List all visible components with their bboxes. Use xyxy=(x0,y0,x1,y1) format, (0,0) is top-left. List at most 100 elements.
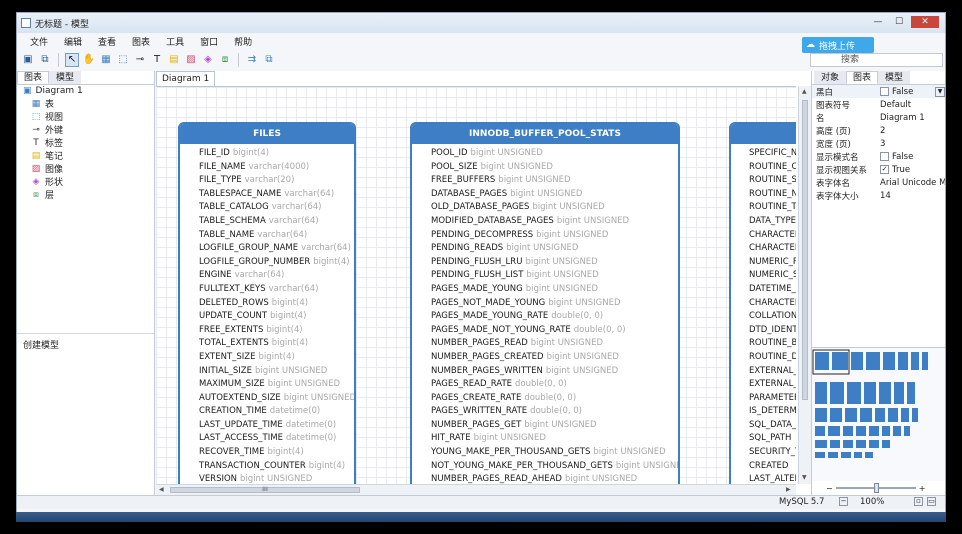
tree-item[interactable]: ▦ 表 xyxy=(17,97,154,111)
vertical-scroll-thumb[interactable] xyxy=(802,100,808,400)
entity-field[interactable]: AUTOEXTEND_SIZE bigint UNSIGNED xyxy=(199,392,354,406)
entity-field[interactable]: DATABASE_PAGES bigint UNSIGNED xyxy=(431,188,678,202)
entity-field[interactable]: NUMBER_PAGES_GET bigint UNSIGNED xyxy=(431,419,678,433)
entity-field[interactable]: ROUTINE_C xyxy=(749,161,796,175)
entity-field[interactable]: ROUTINE_D xyxy=(749,351,796,365)
zoom-out-icon[interactable]: − xyxy=(826,484,833,493)
entity-field[interactable]: NUMERIC_P xyxy=(749,256,796,270)
entity-field[interactable]: LOGFILE_GROUP_NUMBER bigint(4) xyxy=(199,256,354,270)
scroll-up-icon[interactable]: ▲ xyxy=(802,88,807,95)
entity-field[interactable]: MAXIMUM_SIZE bigint UNSIGNED xyxy=(199,378,354,392)
property-row[interactable]: 显示视图关系 ✓ True xyxy=(812,163,945,176)
entity-field[interactable]: FREE_BUFFERS bigint UNSIGNED xyxy=(431,174,678,188)
property-value[interactable]: Default xyxy=(880,100,945,110)
entity-field[interactable]: DATA_TYPE xyxy=(749,215,796,229)
entity-field[interactable]: POOL_SIZE bigint UNSIGNED xyxy=(431,161,678,175)
minimap[interactable] xyxy=(812,347,945,481)
property-value[interactable]: ✓ True xyxy=(880,165,945,175)
tab-object[interactable]: 对象 xyxy=(814,71,847,84)
entity-field[interactable]: NUMBER_PAGES_CREATED bigint UNSIGNED xyxy=(431,351,678,365)
menu-item-3[interactable]: 图表 xyxy=(124,35,158,48)
entity-field[interactable]: DELETED_ROWS bigint(4) xyxy=(199,297,354,311)
entity-field[interactable]: SQL_DATA_A xyxy=(749,419,796,433)
align-icon[interactable]: ⇉ xyxy=(245,53,259,67)
entity-field[interactable]: NUMBER_PAGES_WRITTEN bigint UNSIGNED xyxy=(431,365,678,379)
property-value[interactable]: False xyxy=(880,152,945,162)
entity-field[interactable]: EXTENT_SIZE bigint(4) xyxy=(199,351,354,365)
tree-item[interactable]: ⊸ 外键 xyxy=(17,123,154,137)
entity-field[interactable]: PAGES_NOT_MADE_YOUNG bigint UNSIGNED xyxy=(431,297,678,311)
property-row[interactable]: 黑白 False ▼ xyxy=(812,85,945,98)
entity-field[interactable]: UPDATE_COUNT bigint(4) xyxy=(199,310,354,324)
entity-field[interactable]: TRANSACTION_COUNTER bigint(4) xyxy=(199,460,354,474)
zoom-slider[interactable] xyxy=(835,483,916,493)
fit-width-icon[interactable]: ▭ xyxy=(927,497,936,506)
entity-field[interactable]: DATETIME_P xyxy=(749,283,796,297)
chevron-down-icon[interactable]: ▼ xyxy=(935,86,945,97)
entity-field[interactable]: INITIAL_SIZE bigint UNSIGNED xyxy=(199,365,354,379)
entity-field[interactable]: ROUTINE_BO xyxy=(749,337,796,351)
tab-diagram[interactable]: 图表 xyxy=(17,71,50,84)
menu-item-2[interactable]: 查看 xyxy=(90,35,124,48)
property-row[interactable]: 名 Diagram 1 xyxy=(812,111,945,124)
entity-field[interactable]: CHARACTER xyxy=(749,297,796,311)
horizontal-scroll-thumb[interactable]: ⁞⁞⁞ xyxy=(170,487,360,493)
entity-field[interactable]: FULLTEXT_KEYS varchar(64) xyxy=(199,283,354,297)
entity-table[interactable]: INNODB_BUFFER_POOL_STATS POOL_ID bigint UN… xyxy=(410,122,680,484)
minimize-icon[interactable]: — xyxy=(869,16,887,28)
entity-field[interactable]: ROUTINE_N xyxy=(749,188,796,202)
tab-model-props[interactable]: 模型 xyxy=(878,71,911,84)
scroll-right-icon[interactable]: ▶ xyxy=(786,486,791,493)
property-row[interactable]: 图表符号 Default xyxy=(812,98,945,111)
zoom-in-icon[interactable]: + xyxy=(919,484,926,493)
search-input[interactable]: 搜索 xyxy=(810,53,943,67)
property-row[interactable]: 显示模式名 False xyxy=(812,150,945,163)
entity-field[interactable]: LAST_UPDATE_TIME datetime(0) xyxy=(199,419,354,433)
entity-table[interactable]: SPECIFIC_N ROUTINE_C ROUTINE_S ROUTINE_N ROU… xyxy=(729,122,796,484)
entity-field[interactable]: NUMBER_PAGES_READ_AHEAD bigint UNSIGNED xyxy=(431,473,678,484)
arrange-icon[interactable]: ⧉ xyxy=(262,53,276,67)
image-tool-icon[interactable]: ▨ xyxy=(184,53,198,67)
entity-field[interactable]: LAST_ACCESS_TIME datetime(0) xyxy=(199,432,354,446)
entity-field[interactable]: LAST_ALTER xyxy=(749,473,796,484)
entity-field[interactable]: NOT_YOUNG_MAKE_PER_THOUSAND_GETS bigint U… xyxy=(431,460,678,474)
entity-field[interactable]: PAGES_MADE_NOT_YOUNG_RATE double(0, 0) xyxy=(431,324,678,338)
entity-field[interactable]: CREATED xyxy=(749,460,796,474)
property-row[interactable]: 宽度 (页) 3 xyxy=(812,137,945,150)
tree-item[interactable]: ◈ 形状 xyxy=(17,175,154,189)
checkbox[interactable] xyxy=(880,87,889,96)
property-value[interactable]: False ▼ xyxy=(880,86,945,97)
view-tool-icon[interactable]: ⬚ xyxy=(116,53,130,67)
entity-field[interactable]: MODIFIED_DATABASE_PAGES bigint UNSIGNED xyxy=(431,215,678,229)
upload-button[interactable]: ☁ 拖拽上传 xyxy=(802,37,874,53)
save-icon[interactable]: ▣ xyxy=(21,53,35,67)
tab-diagram-1[interactable]: Diagram 1 xyxy=(156,71,216,86)
property-value[interactable]: 14 xyxy=(880,191,945,201)
entity-field[interactable]: SQL_PATH xyxy=(749,432,796,446)
entity-field[interactable]: PAGES_MADE_YOUNG_RATE double(0, 0) xyxy=(431,310,678,324)
entity-field[interactable]: PENDING_READS bigint UNSIGNED xyxy=(431,242,678,256)
diagram-canvas[interactable]: FILES FILE_ID bigint(4) FILE_NAME varchar(40… xyxy=(156,86,796,484)
entity-field[interactable]: SPECIFIC_N xyxy=(749,147,796,161)
entity-table[interactable]: FILES FILE_ID bigint(4) FILE_NAME varchar(40… xyxy=(178,122,356,484)
property-value[interactable]: Diagram 1 xyxy=(880,113,945,123)
entity-field[interactable]: ENGINE varchar(64) xyxy=(199,269,354,283)
zoom-minus-icon[interactable]: − xyxy=(839,497,848,506)
entity-field[interactable]: TABLE_NAME varchar(64) xyxy=(199,229,354,243)
entity-field[interactable]: YOUNG_MAKE_PER_THOUSAND_GETS bigint UNSIG… xyxy=(431,446,678,460)
entity-field[interactable]: TOTAL_EXTENTS bigint(4) xyxy=(199,337,354,351)
property-value[interactable]: Arial Unicode MS xyxy=(880,178,945,188)
entity-field[interactable]: TABLESPACE_NAME varchar(64) xyxy=(199,188,354,202)
entity-field[interactable]: COLLATION_ xyxy=(749,310,796,324)
entity-field[interactable]: PARAMETER xyxy=(749,392,796,406)
entity-field[interactable]: NUMBER_PAGES_READ bigint UNSIGNED xyxy=(431,337,678,351)
entity-field[interactable]: SECURITY_T xyxy=(749,446,796,460)
entity-field[interactable]: PENDING_DECOMPRESS bigint UNSIGNED xyxy=(431,229,678,243)
entity-field[interactable]: EXTERNAL_ xyxy=(749,378,796,392)
scroll-down-icon[interactable]: ▼ xyxy=(802,474,807,481)
entity-field[interactable]: POOL_ID bigint UNSIGNED xyxy=(431,147,678,161)
entity-field[interactable]: TABLE_CATALOG varchar(64) xyxy=(199,201,354,215)
menu-item-0[interactable]: 文件 xyxy=(22,35,56,48)
entity-field[interactable]: NUMERIC_S xyxy=(749,269,796,283)
tree-root[interactable]: ▣ Diagram 1 xyxy=(17,85,154,97)
